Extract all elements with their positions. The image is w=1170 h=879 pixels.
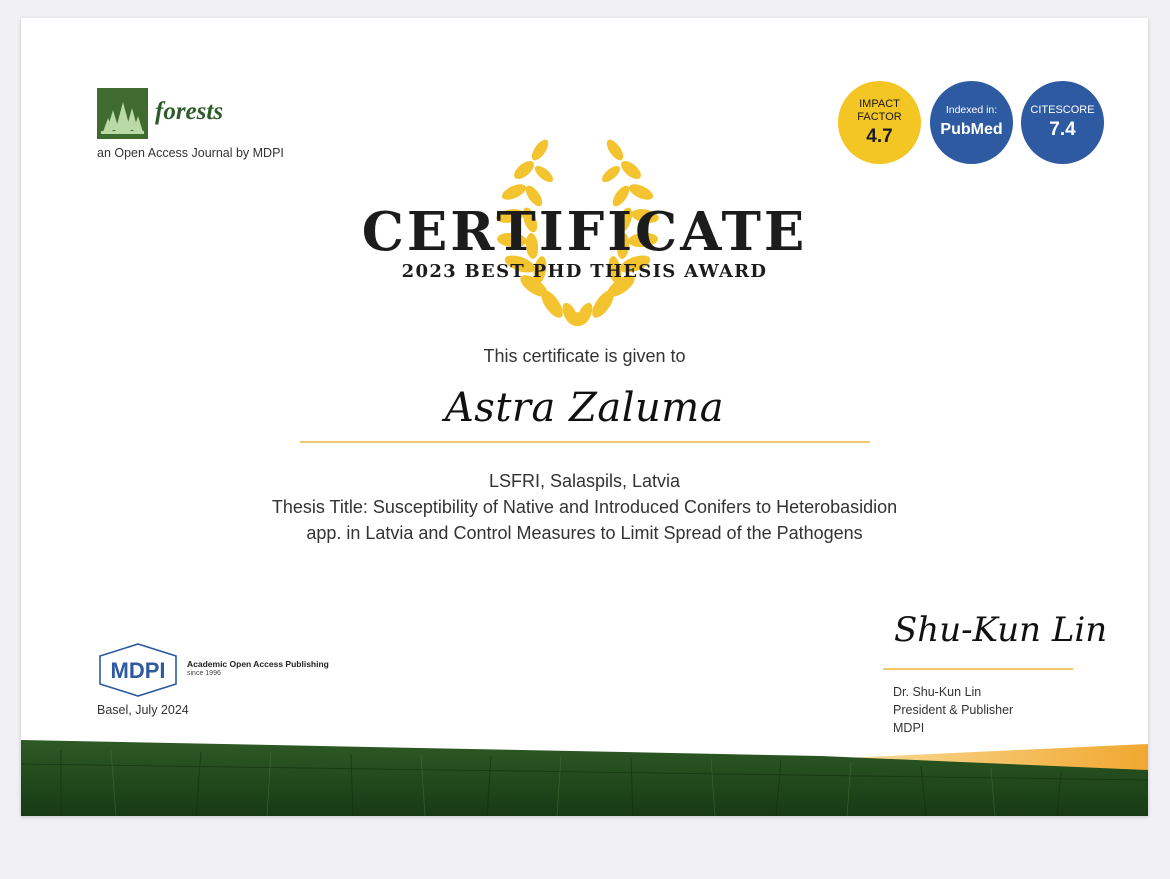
name-underline — [300, 441, 870, 443]
mdpi-tagline-text: Academic Open Access Publishing — [187, 659, 329, 669]
citescore-badge: CITESCORE 7.4 — [1021, 81, 1104, 164]
impact-factor-value: 4.7 — [866, 125, 893, 147]
mdpi-since: since 1996 — [187, 670, 221, 677]
award-details: LSFRI, Salaspils, Latvia Thesis Title: S… — [21, 468, 1148, 546]
impact-factor-label-1: IMPACT — [859, 97, 900, 110]
trees-icon — [97, 88, 148, 139]
signer-title: President & Publisher — [893, 703, 1014, 717]
thesis-title-line-1: Thesis Title: Susceptibility of Native a… — [271, 497, 898, 517]
indexed-label: Indexed in: — [945, 104, 998, 116]
signature-line — [883, 668, 1073, 670]
impact-factor-label-2: FACTOR — [857, 110, 902, 123]
journal-subtitle: an Open Access Journal by MDPI — [97, 146, 284, 160]
signer-name: Dr. Shu-Kun Lin — [893, 685, 982, 699]
place-date: Basel, July 2024 — [97, 703, 189, 717]
signer-block: Dr. Shu-Kun Lin President & Publisher MD… — [893, 683, 1013, 737]
indexed-value: PubMed — [940, 121, 1003, 138]
pubmed-badge: Indexed in: PubMed — [930, 81, 1013, 164]
mdpi-tagline: Academic Open Access Publishing since 19… — [187, 659, 329, 679]
affiliation: LSFRI, Salaspils, Latvia — [488, 471, 681, 491]
recipient-name: Astra Zaluma — [444, 385, 725, 431]
thesis-title-line-2: app. in Latvia and Control Measures to L… — [306, 523, 863, 543]
citescore-label: CITESCORE — [1030, 104, 1095, 116]
signature: Shu-Kun Lin — [894, 610, 1108, 650]
signer-org: MDPI — [893, 721, 925, 735]
given-to-text: This certificate is given to — [483, 346, 686, 366]
citescore-value: 7.4 — [1049, 119, 1076, 140]
mdpi-logo-text: MDPI — [111, 658, 166, 683]
mdpi-hexagon-icon: MDPI — [99, 643, 177, 697]
impact-factor-badge: IMPACT FACTOR 4.7 — [838, 81, 921, 164]
certificate-page: forests an Open Access Journal by MDPI I… — [21, 18, 1148, 816]
forest-footer-band — [21, 740, 1148, 816]
journal-name: forests — [155, 98, 224, 125]
certificate-subtitle: 2023 BEST PHD THESIS AWARD — [401, 261, 768, 282]
certificate-title: CERTIFICATE — [361, 201, 808, 263]
